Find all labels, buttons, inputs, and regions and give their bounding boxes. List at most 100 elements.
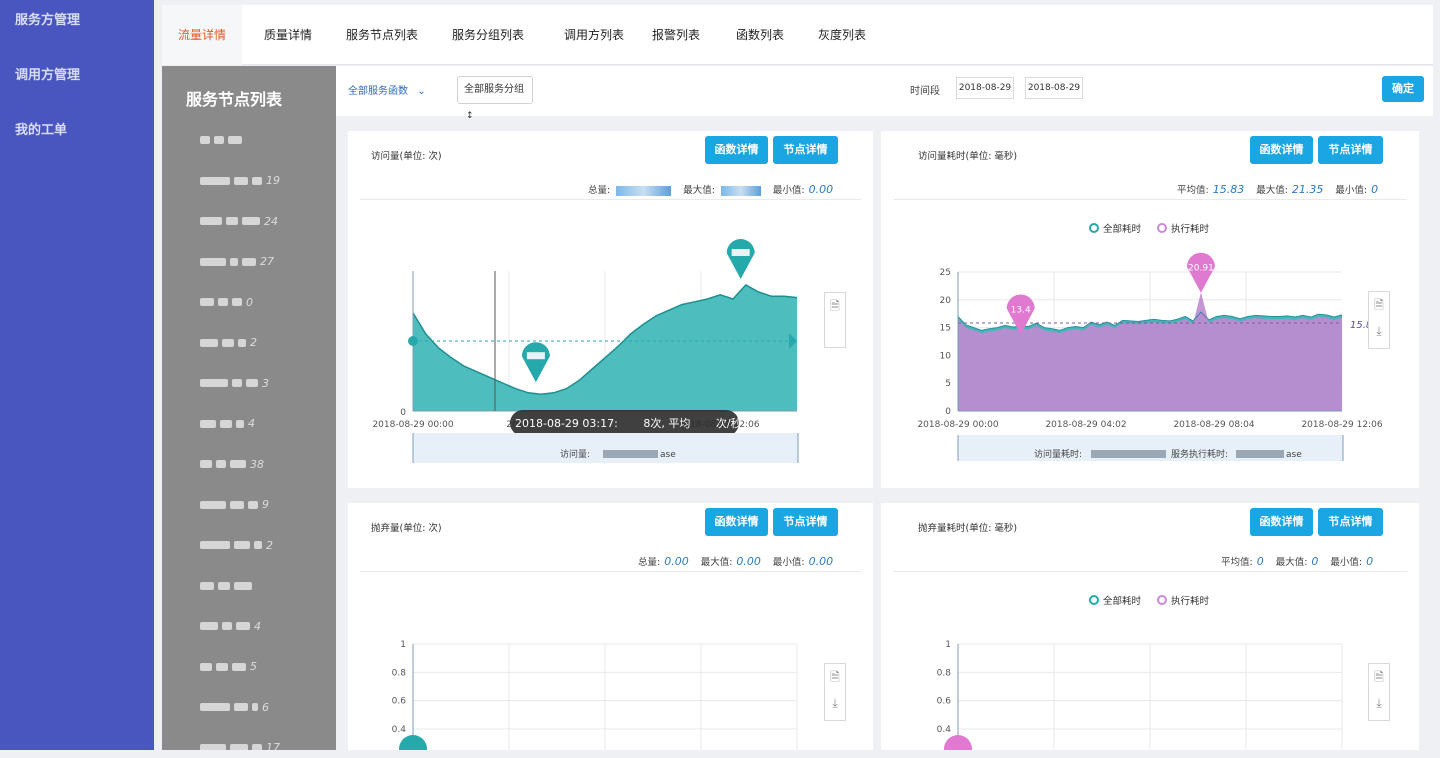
app-root: 服务方管理 调用方管理 我的工单 流量详情 质量详情 服务节点列表 服务分组列表… xyxy=(0,0,1440,758)
redacted-text xyxy=(222,622,232,630)
redacted-text xyxy=(200,743,226,750)
filter-bar: 全部服务函数 ⌄ 全部服务分组 ↕ 时间段 2018-08-29 2018-08… xyxy=(336,66,1433,121)
redacted-text xyxy=(252,743,262,750)
chart-tools: 🗎 ⤓ xyxy=(1368,291,1390,349)
download-icon[interactable]: ⤓ xyxy=(1376,690,1381,716)
start-date-input[interactable]: 2018-08-29 xyxy=(956,77,1014,99)
node-list-item[interactable]: 19 xyxy=(200,174,280,188)
redacted-text xyxy=(200,622,218,630)
document-icon[interactable]: 🗎 xyxy=(1374,292,1384,318)
document-icon[interactable]: 🗎 xyxy=(830,293,840,319)
y-tick-label: 0.6 xyxy=(392,697,407,707)
average-start-dot xyxy=(408,336,418,346)
tab-quality-detail[interactable]: 质量详情 xyxy=(242,5,334,65)
node-list-item[interactable]: 27 xyxy=(200,255,274,269)
tooltip-text: 2018-08-29 03:17: 8次, 平均 次/秒 xyxy=(515,416,742,430)
document-icon[interactable]: 🗎 xyxy=(830,664,840,690)
navigator-suffix: ase xyxy=(660,450,676,460)
tab-gray-release[interactable]: 灰度列表 xyxy=(810,5,874,65)
redacted-text xyxy=(200,460,212,468)
chart-tools: 🗎 xyxy=(824,292,846,348)
discard-latency-chart[interactable]: 0.4 0.6 0.8 1 xyxy=(881,503,1419,750)
node-list-item[interactable]: 6 xyxy=(200,700,269,714)
left-nav: 服务方管理 调用方管理 我的工单 xyxy=(0,0,154,750)
chevron-down-icon: ⌄ xyxy=(417,86,426,97)
y-tick-label: 1 xyxy=(945,640,951,650)
redacted-text xyxy=(200,217,222,225)
panel-visits: 访问量(单位: 次) 函数详情 节点详情 总量: 最大值: 最小值: 0.00 0 20… xyxy=(348,131,873,488)
node-suffix: 27 xyxy=(260,255,274,268)
redacted-text xyxy=(242,257,256,266)
select-arrows-icon: ↕ xyxy=(466,111,474,121)
redacted-text xyxy=(234,541,250,549)
discards-chart[interactable]: 0.4 0.6 0.8 1 xyxy=(348,503,873,750)
node-list-item[interactable] xyxy=(200,133,246,147)
confirm-button[interactable]: 确定 xyxy=(1382,76,1424,102)
document-icon[interactable]: 🗎 xyxy=(1374,664,1384,690)
group-select-label: 全部服务分组 xyxy=(464,84,524,95)
nav-item-my-tickets[interactable]: 我的工单 xyxy=(0,110,154,165)
node-suffix: 9 xyxy=(262,498,269,511)
marker-pin xyxy=(521,342,550,383)
nav-item-provider-mgmt[interactable]: 服务方管理 xyxy=(0,0,154,55)
node-list-item[interactable]: 2 xyxy=(200,336,257,350)
node-list-item[interactable]: 3 xyxy=(200,376,269,390)
node-suffix: 6 xyxy=(262,700,269,714)
marker-pin xyxy=(399,735,427,750)
redacted-text xyxy=(252,703,258,711)
redacted-text xyxy=(216,460,226,468)
node-list-item[interactable] xyxy=(200,579,256,593)
node-suffix: 2 xyxy=(250,336,257,349)
node-suffix: 4 xyxy=(254,619,261,633)
tab-service-nodes[interactable]: 服务节点列表 xyxy=(334,5,430,65)
node-list-item[interactable]: 5 xyxy=(200,660,257,674)
nav-item-caller-mgmt[interactable]: 调用方管理 xyxy=(0,55,154,110)
download-icon[interactable]: ⤓ xyxy=(1376,318,1381,344)
redacted-text xyxy=(252,176,262,185)
tab-alerts[interactable]: 报警列表 xyxy=(642,5,710,65)
node-suffix: 38 xyxy=(250,457,264,471)
tab-service-groups[interactable]: 服务分组列表 xyxy=(430,5,546,65)
visits-chart[interactable]: 02018-08-29 00:002018-082018-08-29 12:06… xyxy=(348,131,873,488)
node-list-item[interactable]: 4 xyxy=(200,417,255,431)
node-suffix: 2 xyxy=(266,538,273,552)
node-list-item[interactable]: 2 xyxy=(200,538,273,552)
function-select[interactable]: 全部服务函数 ⌄ xyxy=(348,82,426,97)
redacted-text xyxy=(200,176,230,185)
node-list-item[interactable]: 17 xyxy=(200,741,280,750)
y-tick-label: 25 xyxy=(940,268,951,278)
x-tick-label: 2018-08-29 08:04 xyxy=(1173,420,1254,430)
end-date-input[interactable]: 2018-08-29 xyxy=(1025,77,1083,99)
panel-visit-latency: 访问量耗时(单位: 毫秒) 函数详情 节点详情 平均值: 15.83 最大值: 21.… xyxy=(881,131,1419,488)
redacted-text xyxy=(218,298,228,306)
gap-strip xyxy=(154,0,162,750)
tab-functions[interactable]: 函数列表 xyxy=(710,5,810,65)
y-tick-label: 0 xyxy=(400,408,406,418)
redacted-text xyxy=(230,743,248,750)
node-list-item[interactable]: 4 xyxy=(200,619,261,633)
redacted-text xyxy=(220,419,232,428)
latency-chart[interactable]: 051015202515.82018-08-29 00:00 2018-08-29… xyxy=(881,131,1419,488)
node-list-item[interactable]: 24 xyxy=(200,214,278,228)
redacted-text xyxy=(234,703,248,711)
node-list-item[interactable]: 9 xyxy=(200,498,269,512)
redacted-text xyxy=(236,419,244,428)
node-list-item[interactable]: 0 xyxy=(200,295,253,309)
marker-pin xyxy=(726,239,755,279)
tab-traffic-detail[interactable]: 流量详情 xyxy=(162,5,242,65)
redacted-text xyxy=(200,419,216,428)
redacted-text xyxy=(242,217,260,225)
node-suffix: 3 xyxy=(262,376,269,390)
y-tick-label: 0.8 xyxy=(392,668,407,678)
group-select[interactable]: 全部服务分组 ↕ xyxy=(457,76,533,121)
redacted-text xyxy=(232,298,242,306)
redacted-text xyxy=(222,338,234,347)
node-list-item[interactable]: 38 xyxy=(200,457,264,471)
redacted-text xyxy=(230,257,238,266)
redacted-text xyxy=(200,581,214,590)
marker-label: 13.4 xyxy=(1011,305,1031,315)
redacted-text xyxy=(214,136,224,144)
redacted-text xyxy=(234,581,252,590)
download-icon[interactable]: ⤓ xyxy=(832,690,837,716)
tab-callers[interactable]: 调用方列表 xyxy=(546,5,642,65)
